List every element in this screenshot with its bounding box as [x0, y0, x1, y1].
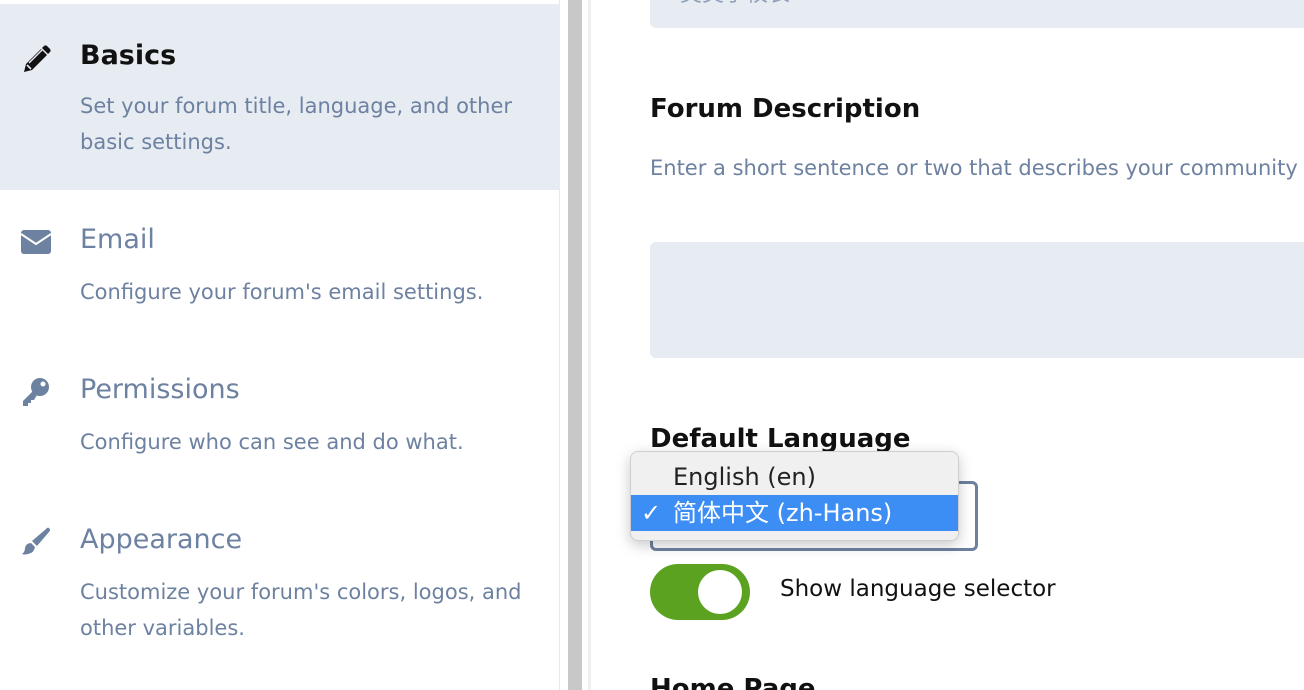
- pane-divider[interactable]: [568, 0, 582, 690]
- language-option-label: 简体中文 (zh-Hans): [673, 499, 893, 527]
- language-option-label: English (en): [673, 463, 816, 491]
- toggle-knob: [698, 570, 742, 614]
- forum-description-label: Forum Description: [650, 94, 921, 124]
- sidebar-item-description: Set your forum title, language, and othe…: [80, 94, 513, 154]
- sidebar-item-basics[interactable]: Basics Set your forum title, language, a…: [0, 4, 560, 190]
- pane-divider-line: [588, 0, 591, 690]
- sidebar-item-appearance[interactable]: Appearance Customize your forum's colors…: [0, 490, 560, 680]
- key-icon: [20, 376, 52, 408]
- forum-description-input[interactable]: [650, 242, 1304, 358]
- sidebar-item-permissions[interactable]: Permissions Configure who can see and do…: [0, 340, 560, 490]
- envelope-icon: [20, 226, 52, 258]
- language-option-en[interactable]: English (en): [631, 459, 958, 495]
- sidebar-item-description: Customize your forum's colors, logos, an…: [80, 580, 522, 640]
- settings-sidebar: Basics Set your forum title, language, a…: [0, 0, 560, 690]
- forum-title-input[interactable]: 类类子校长: [650, 0, 1304, 28]
- forum-title-value: 类类子校长: [680, 0, 790, 8]
- home-page-label: Home Page: [650, 674, 816, 690]
- sidebar-item-label: Appearance: [80, 524, 243, 555]
- language-option-zh-hans[interactable]: ✓ 简体中文 (zh-Hans): [631, 495, 958, 531]
- default-language-label: Default Language: [650, 424, 911, 454]
- sidebar-item-label: Basics: [80, 40, 177, 71]
- pencil-icon: [20, 44, 52, 76]
- sidebar-item-label: Email: [80, 224, 155, 255]
- show-language-selector-toggle[interactable]: [650, 564, 750, 620]
- checkmark-icon: ✓: [641, 499, 662, 527]
- forum-description-help: Enter a short sentence or two that descr…: [650, 156, 1304, 180]
- show-language-selector-label: Show language selector: [780, 576, 1056, 602]
- paintbrush-icon: [20, 526, 52, 558]
- settings-content: 类类子校长 Forum Description Enter a short se…: [592, 0, 1304, 690]
- sidebar-item-description: Configure your forum's email settings.: [80, 280, 484, 304]
- sidebar-item-label: Permissions: [80, 374, 240, 405]
- language-dropdown-menu: English (en) ✓ 简体中文 (zh-Hans): [630, 451, 959, 541]
- sidebar-item-email[interactable]: Email Configure your forum's email setti…: [0, 190, 560, 340]
- sidebar-item-description: Configure who can see and do what.: [80, 430, 464, 454]
